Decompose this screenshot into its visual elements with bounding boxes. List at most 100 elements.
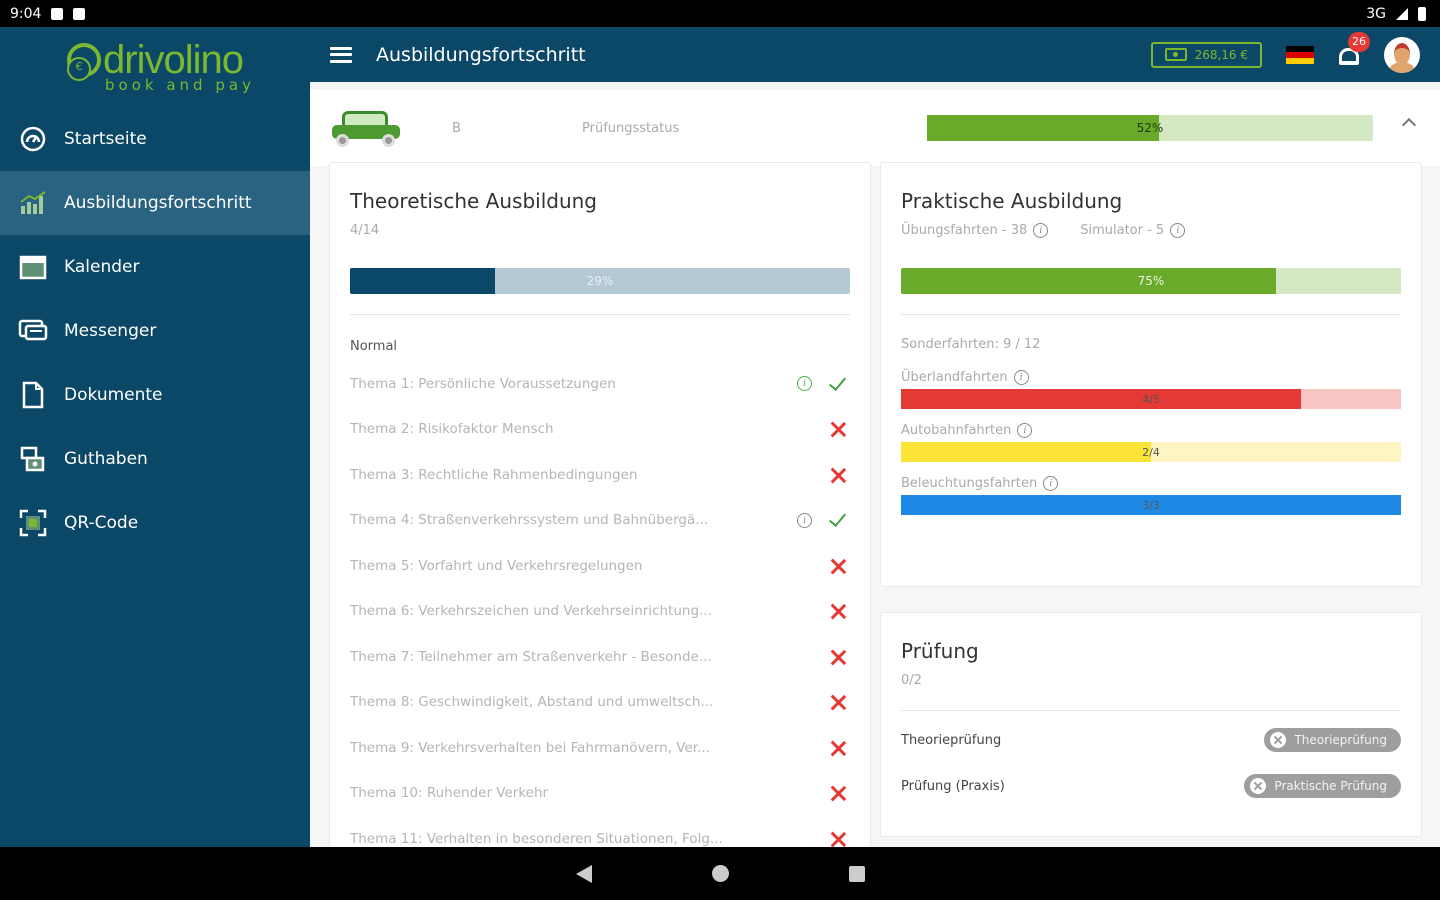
cross-icon [828,601,848,621]
home-icon[interactable] [711,865,729,882]
sidebar-item-label: Dokumente [64,385,163,405]
special-drive-progress-text: 3/3 [1142,498,1160,512]
sidebar-item-label: Ausbildungsfortschritt [64,193,252,213]
menu-icon[interactable] [330,46,352,63]
logo-mark-icon [67,43,102,81]
practice-simulator: Simulator - 5 [1080,223,1165,238]
sidebar-item-ausbildungsfortschritt[interactable]: Ausbildungsfortschritt [0,171,310,235]
topic-section-label: Normal [350,339,398,354]
check-icon [828,510,848,530]
qr-icon [18,508,48,538]
exam-row-practice: Prüfung (Praxis) Praktische Prüfung [901,763,1401,809]
notification-button[interactable]: 26 [1336,31,1370,68]
divider [350,314,850,315]
exam-status-label: Prüfungsstatus [582,120,680,136]
topic-list: Thema 1: Persönliche Voraussetzungen i The… [350,361,850,847]
sd-card-icon [73,7,86,20]
license-class: B [452,120,461,136]
credit-badge[interactable]: 268,16 € [1150,41,1262,68]
theory-title: Theoretische Ausbildung [350,189,598,213]
topic-item[interactable]: Thema 10: Ruhender Verkehr [350,771,850,817]
theory-exam-chip[interactable]: Theorieprüfung [1264,728,1401,752]
sidebar-item-dokumente[interactable]: Dokumente [0,363,310,427]
main-content: B Prüfungsstatus 52% Theoretische Ausbil… [310,82,1440,847]
cross-icon [828,692,848,712]
calendar-icon [18,252,48,282]
topic-label: Thema 6: Verkehrszeichen und Verkehrsein… [350,603,712,620]
sidebar-item-label: Kalender [64,257,140,277]
cross-icon [828,783,848,803]
chip-label: Praktische Prüfung [1274,779,1387,793]
exam-card: Prüfung 0/2 Theorieprüfung Theorieprüfun… [880,612,1422,837]
practice-progress-text: 75% [1137,274,1165,288]
sidebar-item-kalender[interactable]: Kalender [0,235,310,299]
page-title: Ausbildungsfortschritt [376,43,586,66]
special-drive: Autobahnfahrten i 2/4 [901,423,1401,462]
theory-progress-text: 29% [586,274,614,288]
recent-apps-icon[interactable] [848,865,865,882]
status-bar: 9:04 3G [0,0,1440,27]
sidebar: drivolino book and pay Startseite Ausbil… [0,27,310,847]
info-icon[interactable]: i [1170,223,1186,238]
close-circle-icon [1270,732,1287,748]
back-icon[interactable] [575,864,592,883]
topic-label: Thema 11: Verhalten in besonderen Situat… [350,830,723,847]
sidebar-item-startseite[interactable]: Startseite [0,107,310,171]
divider [901,710,1401,711]
exam-row-label: Theorieprüfung [901,732,1002,748]
topic-item[interactable]: Thema 5: Vorfahrt und Verkehrsregelungen [350,543,850,589]
topic-item[interactable]: Thema 3: Rechtliche Rahmenbedingungen [350,452,850,498]
special-drives-label: Sonderfahrten: 9 / 12 [901,337,1041,352]
speedometer-icon [18,124,48,154]
sidebar-item-qr-code[interactable]: QR-Code [0,491,310,555]
theory-count: 4/14 [350,223,380,238]
topic-item[interactable]: Thema 11: Verhalten in besonderen Situat… [350,816,850,847]
credit-amount: 268,16 € [1194,47,1248,62]
special-drive-progress: 3/3 [901,495,1401,515]
theory-card: Theoretische Ausbildung 4/14 29% Normal … [329,162,871,847]
info-icon[interactable]: i [1033,223,1049,238]
topic-label: Thema 10: Ruhender Verkehr [350,785,549,802]
chip-label: Theorieprüfung [1294,733,1387,747]
sidebar-item-messenger[interactable]: Messenger [0,299,310,363]
avatar[interactable] [1384,36,1420,73]
battery-icon [1418,6,1426,21]
logo: drivolino book and pay [0,27,310,107]
info-icon[interactable]: i [1013,370,1029,385]
topic-label: Thema 8: Geschwindigkeit, Abstand und um… [350,694,714,711]
logo-subtitle: book and pay [105,76,255,94]
topic-item[interactable]: Thema 4: Straßenverkehrssystem und Bahnü… [350,498,850,544]
info-icon[interactable]: i [1017,423,1033,438]
sidebar-item-guthaben[interactable]: Guthaben [0,427,310,491]
topic-item[interactable]: Thema 8: Geschwindigkeit, Abstand und um… [350,680,850,726]
sidebar-item-label: Messenger [64,321,157,341]
info-icon[interactable]: i [1043,476,1059,491]
special-drive-progress: 4/5 [901,389,1401,409]
info-icon[interactable]: i [797,512,812,528]
exam-count: 0/2 [901,673,922,688]
topic-item[interactable]: Thema 6: Verkehrszeichen und Verkehrsein… [350,589,850,635]
german-flag-icon[interactable] [1286,45,1314,64]
topic-item[interactable]: Thema 7: Teilnehmer am Straßenverkehr - … [350,634,850,680]
special-drive: Überlandfahrten i 4/5 [901,370,1401,409]
topic-item[interactable]: Thema 9: Verkehrsverhalten bei Fahrmanöv… [350,725,850,771]
practice-lessons: Übungsfahrten - 38 [901,223,1028,238]
practice-card: Praktische Ausbildung Übungsfahrten - 38… [880,162,1422,587]
special-drive-progress-text: 4/5 [1142,392,1160,406]
topic-label: Thema 2: Risikofaktor Mensch [350,421,554,438]
special-drives-list: Überlandfahrten i 4/5 Autobahnfahrten i 2/4 Be… [901,370,1401,515]
chevron-up-icon[interactable] [1401,117,1417,133]
cross-icon [828,556,848,576]
exam-status-summary[interactable]: B Prüfungsstatus 52% [310,90,1440,166]
special-drive: Beleuchtungsfahrten i 3/3 [901,476,1401,515]
topic-item[interactable]: Thema 2: Risikofaktor Mensch [350,407,850,453]
topic-item[interactable]: Thema 1: Persönliche Voraussetzungen i [350,361,850,407]
practice-title: Praktische Ausbildung [901,189,1123,213]
practice-exam-chip[interactable]: Praktische Prüfung [1244,774,1401,798]
special-drive-label-row: Beleuchtungsfahrten i [901,476,1401,491]
special-drive-progress-text: 2/4 [1142,445,1160,459]
status-time: 9:04 [10,5,42,22]
check-icon [828,374,848,394]
chat-icon [18,316,48,346]
logo-text: drivolino [103,38,244,82]
